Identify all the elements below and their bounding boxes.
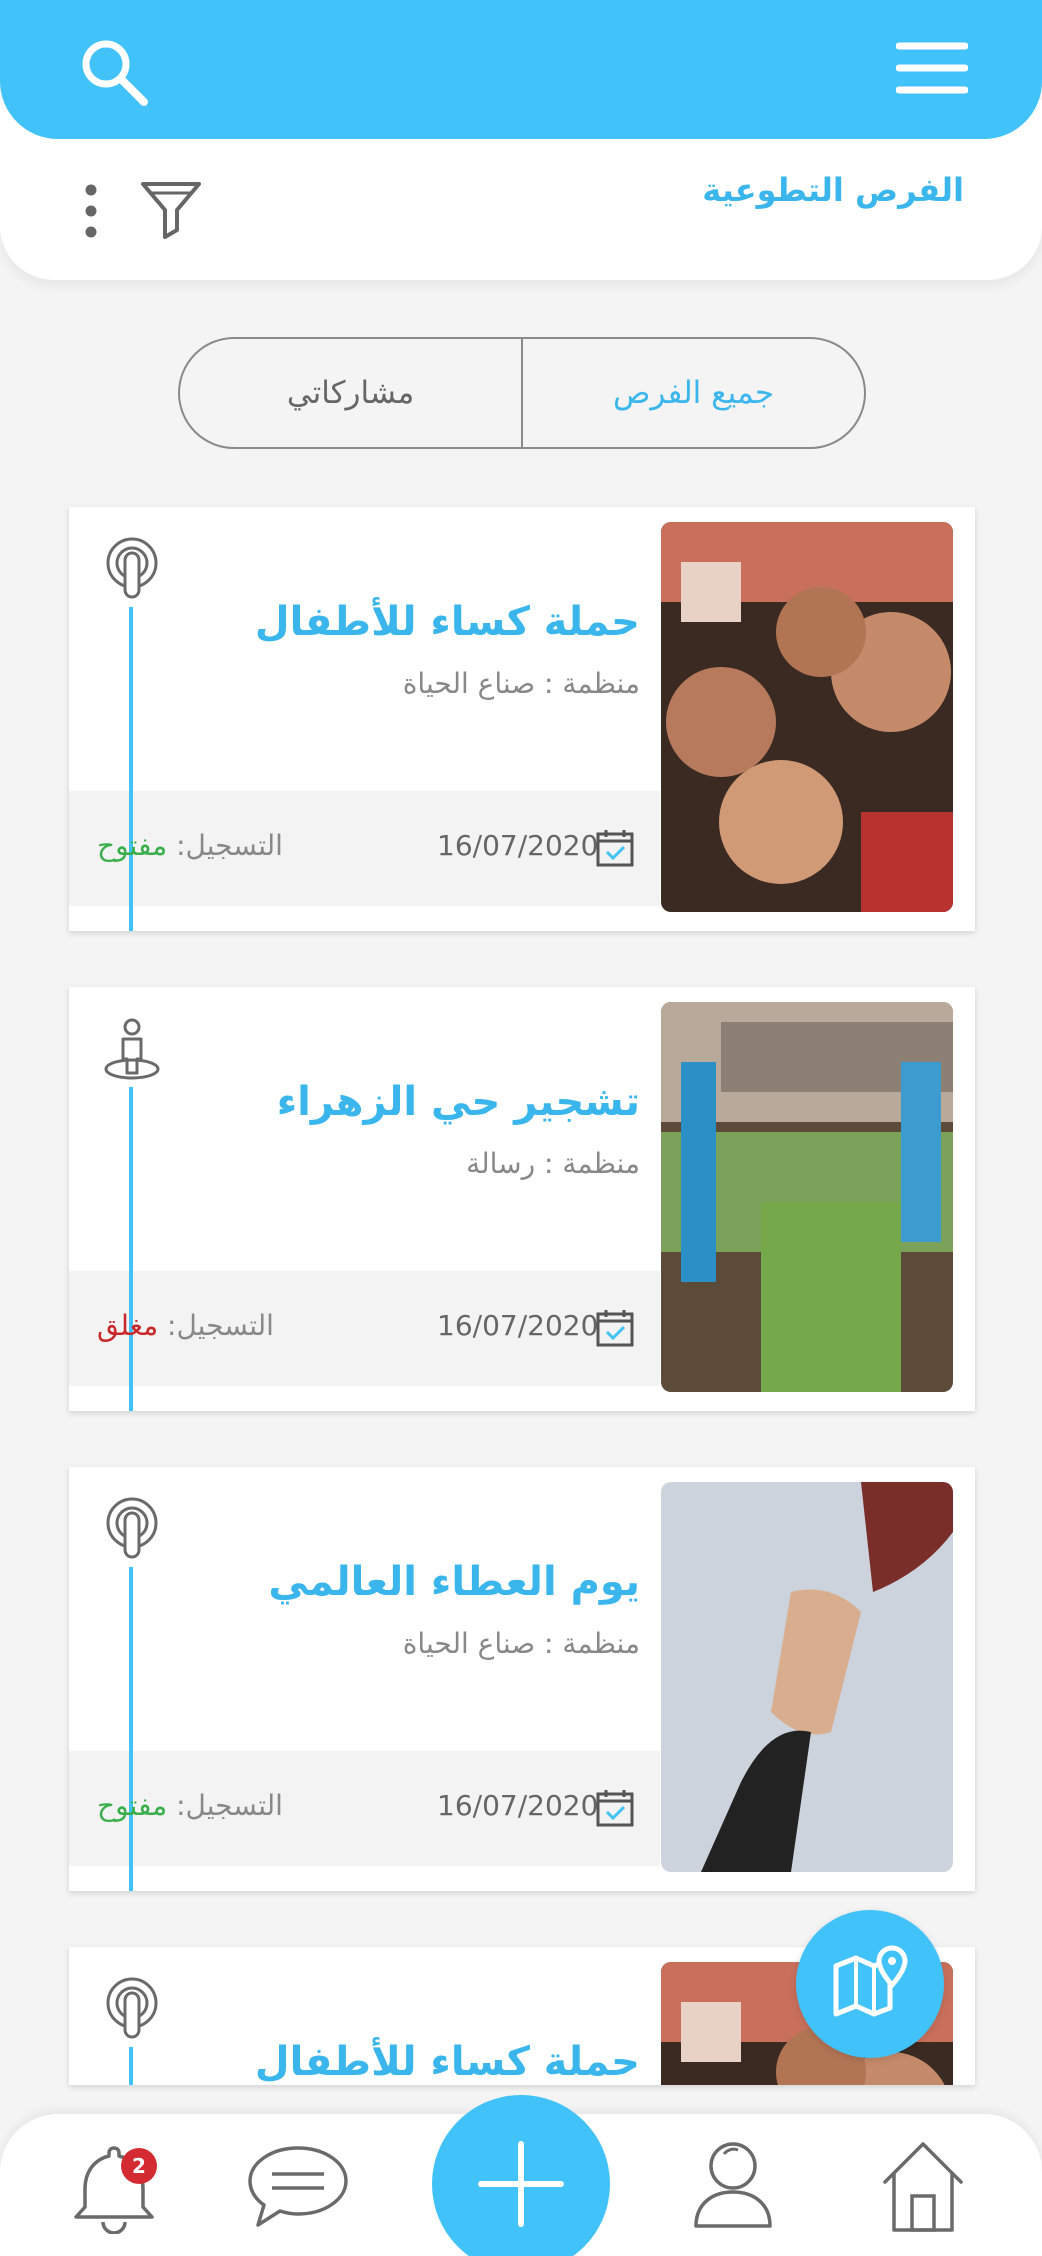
opportunity-card[interactable]: حملة كساء للأطفال منظمة : صناع الحياة 16… — [69, 507, 975, 931]
calendar-icon — [596, 1790, 634, 1827]
user-icon[interactable] — [692, 2138, 774, 2230]
tab-all-opportunities[interactable]: جميع الفرص — [523, 339, 864, 447]
podcast-icon — [106, 1497, 158, 1559]
card-date: 16/07/2020 — [437, 829, 599, 862]
page-title: الفرص التطوعية — [702, 171, 964, 209]
card-title: تشجير حي الزهراء — [276, 1079, 640, 1125]
card-title: يوم العطاء العالمي — [268, 1559, 640, 1605]
card-title: حملة كساء للأطفال — [254, 599, 640, 645]
registration-status: التسجيل: مغلق — [97, 1309, 274, 1342]
status-open: مفتوح — [97, 1789, 168, 1822]
filter-funnel-icon[interactable] — [140, 180, 202, 240]
status-closed: مغلق — [97, 1309, 159, 1342]
opportunity-card[interactable]: تشجير حي الزهراء منظمة : رسالة 16/07/202… — [69, 987, 975, 1411]
podcast-icon — [106, 1977, 158, 2039]
person-on-location-icon — [104, 1018, 160, 1080]
card-date: 16/07/2020 — [437, 1789, 599, 1822]
more-vertical-icon[interactable] — [84, 184, 98, 238]
add-icon — [478, 2141, 564, 2227]
children-photo — [661, 522, 953, 912]
chat-icon[interactable] — [246, 2144, 350, 2230]
hamburger-menu-icon[interactable] — [896, 40, 968, 96]
card-date: 16/07/2020 — [437, 1309, 599, 1342]
timeline-line — [129, 2047, 133, 2085]
registration-status: التسجيل: مفتوح — [97, 829, 283, 862]
podcast-icon — [106, 537, 158, 599]
search-icon[interactable] — [78, 36, 150, 108]
card-organization: منظمة : صناع الحياة — [402, 1627, 640, 1660]
top-app-bar — [0, 0, 1042, 139]
card-organization: منظمة : صناع الحياة — [402, 667, 640, 700]
notification-badge: 2 — [121, 2148, 157, 2184]
timeline-line — [129, 607, 133, 931]
map-button[interactable] — [796, 1910, 944, 2058]
registration-label: التسجيل: — [176, 829, 283, 862]
card-title: حملة كساء للأطفال — [254, 2039, 640, 2085]
tab-my-participations[interactable]: مشاركاتي — [180, 339, 523, 447]
status-open: مفتوح — [97, 829, 168, 862]
calendar-icon — [596, 830, 634, 867]
registration-status: التسجيل: مفتوح — [97, 1789, 283, 1822]
registration-label: التسجيل: — [176, 1789, 283, 1822]
opportunity-card[interactable]: يوم العطاء العالمي منظمة : صناع الحياة 1… — [69, 1467, 975, 1891]
card-organization: منظمة : رسالة — [466, 1147, 640, 1180]
timeline-line — [129, 1567, 133, 1891]
planting-photo — [661, 1002, 953, 1392]
timeline-line — [129, 1087, 133, 1411]
opportunities-tabs: مشاركاتي جميع الفرص — [178, 337, 866, 449]
calendar-icon — [596, 1310, 634, 1347]
hands-photo — [661, 1482, 953, 1872]
map-pin-icon — [833, 1945, 908, 2017]
registration-label: التسجيل: — [167, 1309, 274, 1342]
home-icon[interactable] — [880, 2140, 966, 2234]
